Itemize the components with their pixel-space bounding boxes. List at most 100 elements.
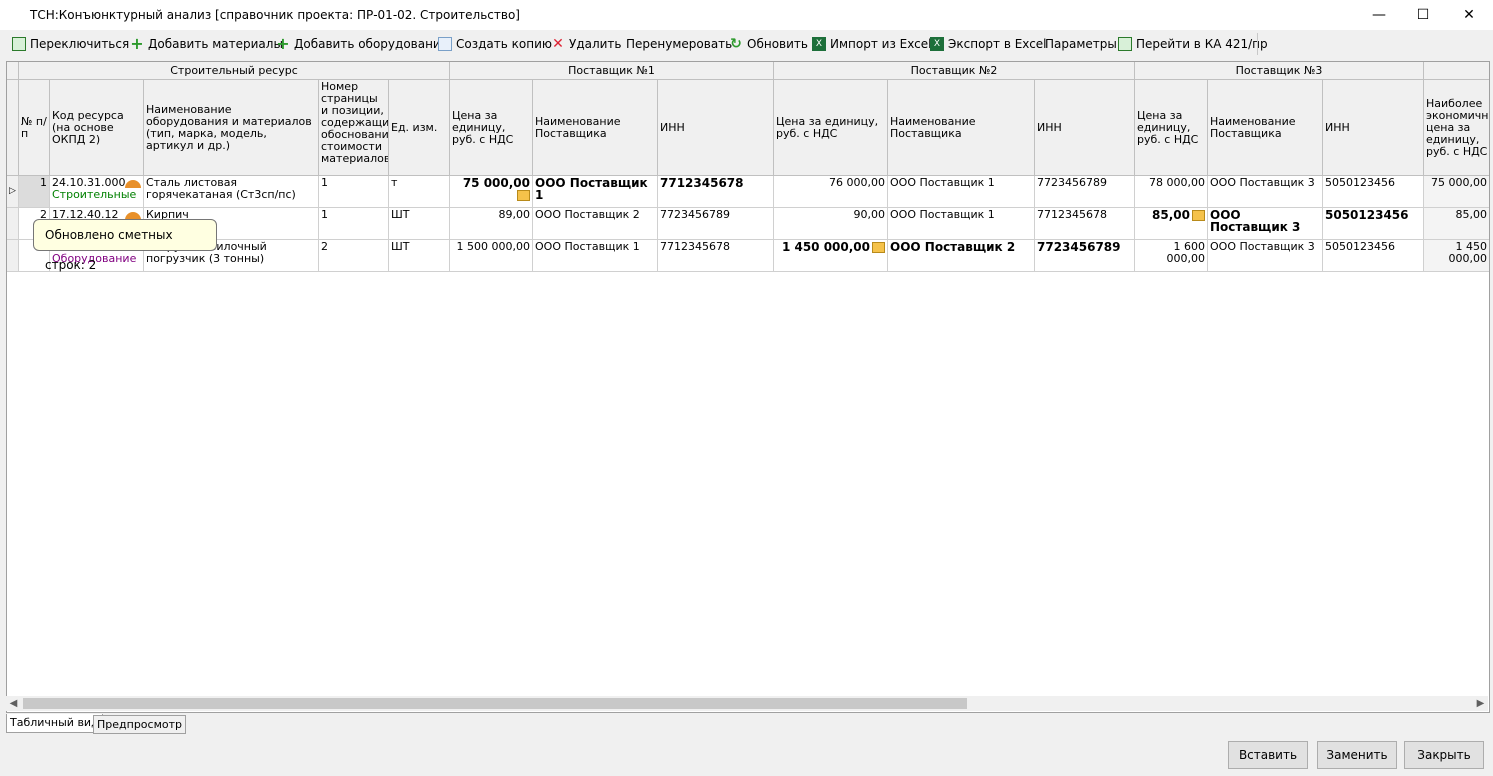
supplier-name[interactable]: ООО Поставщик 2 <box>533 208 658 240</box>
supplier-inn[interactable]: 7723456789 <box>1035 176 1135 208</box>
refresh-button[interactable]: ↻ Обновить <box>729 35 808 53</box>
params-button[interactable]: Параметры <box>1045 35 1117 53</box>
supplier-name[interactable]: ООО Поставщик 3 <box>1208 240 1323 272</box>
price-cell[interactable]: 1 600 000,00 <box>1135 240 1208 272</box>
supplier-inn[interactable]: 5050123456 <box>1323 208 1424 240</box>
switch-label: Переключиться <box>30 37 130 51</box>
col-price3-header[interactable]: Цена за единицу, руб. с НДС <box>1135 80 1208 176</box>
toolbar-separator <box>1257 33 1258 55</box>
page-number[interactable]: 1 <box>319 176 389 208</box>
price-cell-selected[interactable]: 85,00 <box>1135 208 1208 240</box>
plus-icon: + <box>276 34 290 53</box>
excel-icon: X <box>812 37 826 51</box>
scroll-left-icon[interactable]: ◀ <box>6 696 21 711</box>
price-value: 85,00 <box>1152 208 1190 222</box>
col-price1-header[interactable]: Цена за единицу, руб. с НДС <box>450 80 533 176</box>
page-number[interactable]: 1 <box>319 208 389 240</box>
price-cell-selected[interactable]: 1 450 000,00 <box>774 240 888 272</box>
col-code-header[interactable]: Код ресурса (на основе ОКПД 2) <box>50 80 144 176</box>
unit[interactable]: ШТ <box>389 240 450 272</box>
insert-button[interactable]: Вставить <box>1228 741 1308 769</box>
supplier-inn[interactable]: 7723456789 <box>658 208 774 240</box>
ka-icon <box>12 37 26 51</box>
minimize-button[interactable]: — <box>1356 0 1402 30</box>
scroll-right-icon[interactable]: ▶ <box>1473 696 1488 711</box>
supplier-inn[interactable]: 7712345678 <box>1035 208 1135 240</box>
maximize-button[interactable]: ☐ <box>1400 0 1446 30</box>
unit[interactable]: ШТ <box>389 208 450 240</box>
page-number[interactable]: 2 <box>319 240 389 272</box>
supplier-name[interactable]: ООО Поставщик 1 <box>533 176 658 208</box>
selected-price-icon <box>872 242 885 253</box>
delete-button[interactable]: ✕ Удалить <box>551 35 622 53</box>
price-cell-selected[interactable]: 75 000,00 <box>450 176 533 208</box>
unit[interactable]: т <box>389 176 450 208</box>
resource-name[interactable]: Сталь листовая горячекатаная (Ст3сп/пс) <box>144 176 319 208</box>
goto-ka-button[interactable]: Перейти в КА 421/пр <box>1118 35 1268 53</box>
close-window-button[interactable]: ✕ <box>1446 0 1492 30</box>
row-indicator[interactable] <box>7 208 19 240</box>
col-sname3-header[interactable]: Наименование Поставщика <box>1208 80 1323 176</box>
goto-ka-label: Перейти в КА 421/пр <box>1136 37 1268 51</box>
scrollbar-thumb[interactable] <box>23 698 967 709</box>
params-label: Параметры <box>1045 37 1117 51</box>
group-resource: Строительный ресурс <box>19 62 450 80</box>
tab-preview[interactable]: Предпросмотр <box>93 715 186 734</box>
supplier-name[interactable]: ООО Поставщик 1 <box>888 208 1035 240</box>
import-excel-label: Импорт из Excel <box>830 37 932 51</box>
switch-button[interactable]: Переключиться <box>12 35 129 53</box>
renumber-label: Перенумеровать <box>626 37 733 51</box>
horizontal-scrollbar[interactable]: ◀ ▶ <box>6 696 1488 711</box>
price-cell[interactable]: 1 500 000,00 <box>450 240 533 272</box>
data-grid[interactable]: Строительный ресурс Поставщик №1 Поставщ… <box>6 61 1490 713</box>
col-sname1-header[interactable]: Наименование Поставщика <box>533 80 658 176</box>
col-page-header[interactable]: Номер страницы и позиции, содержащие обо… <box>319 80 389 176</box>
delete-label: Удалить <box>569 37 622 51</box>
import-excel-button[interactable]: X Импорт из Excel <box>812 35 931 53</box>
supplier-inn[interactable]: 7712345678 <box>658 240 774 272</box>
bottom-bar: Вставить Заменить Закрыть <box>0 736 1493 776</box>
supplier-inn[interactable]: 5050123456 <box>1323 240 1424 272</box>
title-bar: ТСН:Конъюнктурный анализ [справочник про… <box>0 0 1493 30</box>
supplier-inn[interactable]: 5050123456 <box>1323 176 1424 208</box>
add-equipment-button[interactable]: + Добавить оборудование <box>276 35 448 53</box>
supplier-name[interactable]: ООО Поставщик 3 <box>1208 176 1323 208</box>
row-num[interactable]: 1 <box>19 176 50 208</box>
add-materials-button[interactable]: + Добавить материалы <box>130 35 283 53</box>
col-num-header[interactable]: № п/п <box>19 80 50 176</box>
replace-button[interactable]: Заменить <box>1317 741 1397 769</box>
resource-code-cell[interactable]: 24.10.31.000 Строительные <box>50 176 144 208</box>
export-excel-button[interactable]: X Экспорт в Excel <box>930 35 1047 53</box>
supplier-inn[interactable]: 7712345678 <box>658 176 774 208</box>
renumber-button[interactable]: Перенумеровать <box>626 35 732 53</box>
supplier-name[interactable]: ООО Поставщик 2 <box>888 240 1035 272</box>
price-cell[interactable]: 76 000,00 <box>774 176 888 208</box>
add-equipment-label: Добавить оборудование <box>294 37 449 51</box>
price-cell[interactable]: 89,00 <box>450 208 533 240</box>
col-best-header[interactable]: Наиболее экономичная цена за единицу, ру… <box>1424 80 1489 176</box>
price-value: 75 000,00 <box>462 176 530 190</box>
delete-icon: ✕ <box>552 36 564 52</box>
ka-icon <box>1118 37 1132 51</box>
col-inn3-header[interactable]: ИНН <box>1323 80 1424 176</box>
tooltip: Обновлено сметных строк: 2 <box>33 219 217 272</box>
col-name-header[interactable]: Наименование оборудования и материалов (… <box>144 80 319 176</box>
price-cell[interactable]: 90,00 <box>774 208 888 240</box>
excel-icon: X <box>930 37 944 51</box>
copy-button[interactable]: Создать копию <box>438 35 552 53</box>
supplier-name[interactable]: ООО Поставщик 1 <box>533 240 658 272</box>
supplier-name[interactable]: ООО Поставщик 1 <box>888 176 1035 208</box>
close-button[interactable]: Закрыть <box>1404 741 1484 769</box>
tab-table[interactable]: Табличный вид <box>6 714 103 733</box>
row-indicator[interactable] <box>7 240 19 272</box>
col-price2-header[interactable]: Цена за единицу, руб. с НДС <box>774 80 888 176</box>
copy-icon <box>438 37 452 51</box>
col-sname2-header[interactable]: Наименование Поставщика <box>888 80 1035 176</box>
price-cell[interactable]: 78 000,00 <box>1135 176 1208 208</box>
supplier-inn[interactable]: 7723456789 <box>1035 240 1135 272</box>
col-unit-header[interactable]: Ед. изм. <box>389 80 450 176</box>
col-inn1-header[interactable]: ИНН <box>658 80 774 176</box>
supplier-name[interactable]: ООО Поставщик 3 <box>1208 208 1323 240</box>
col-inn2-header[interactable]: ИНН <box>1035 80 1135 176</box>
row-indicator-arrow[interactable]: ▷ <box>7 176 19 208</box>
